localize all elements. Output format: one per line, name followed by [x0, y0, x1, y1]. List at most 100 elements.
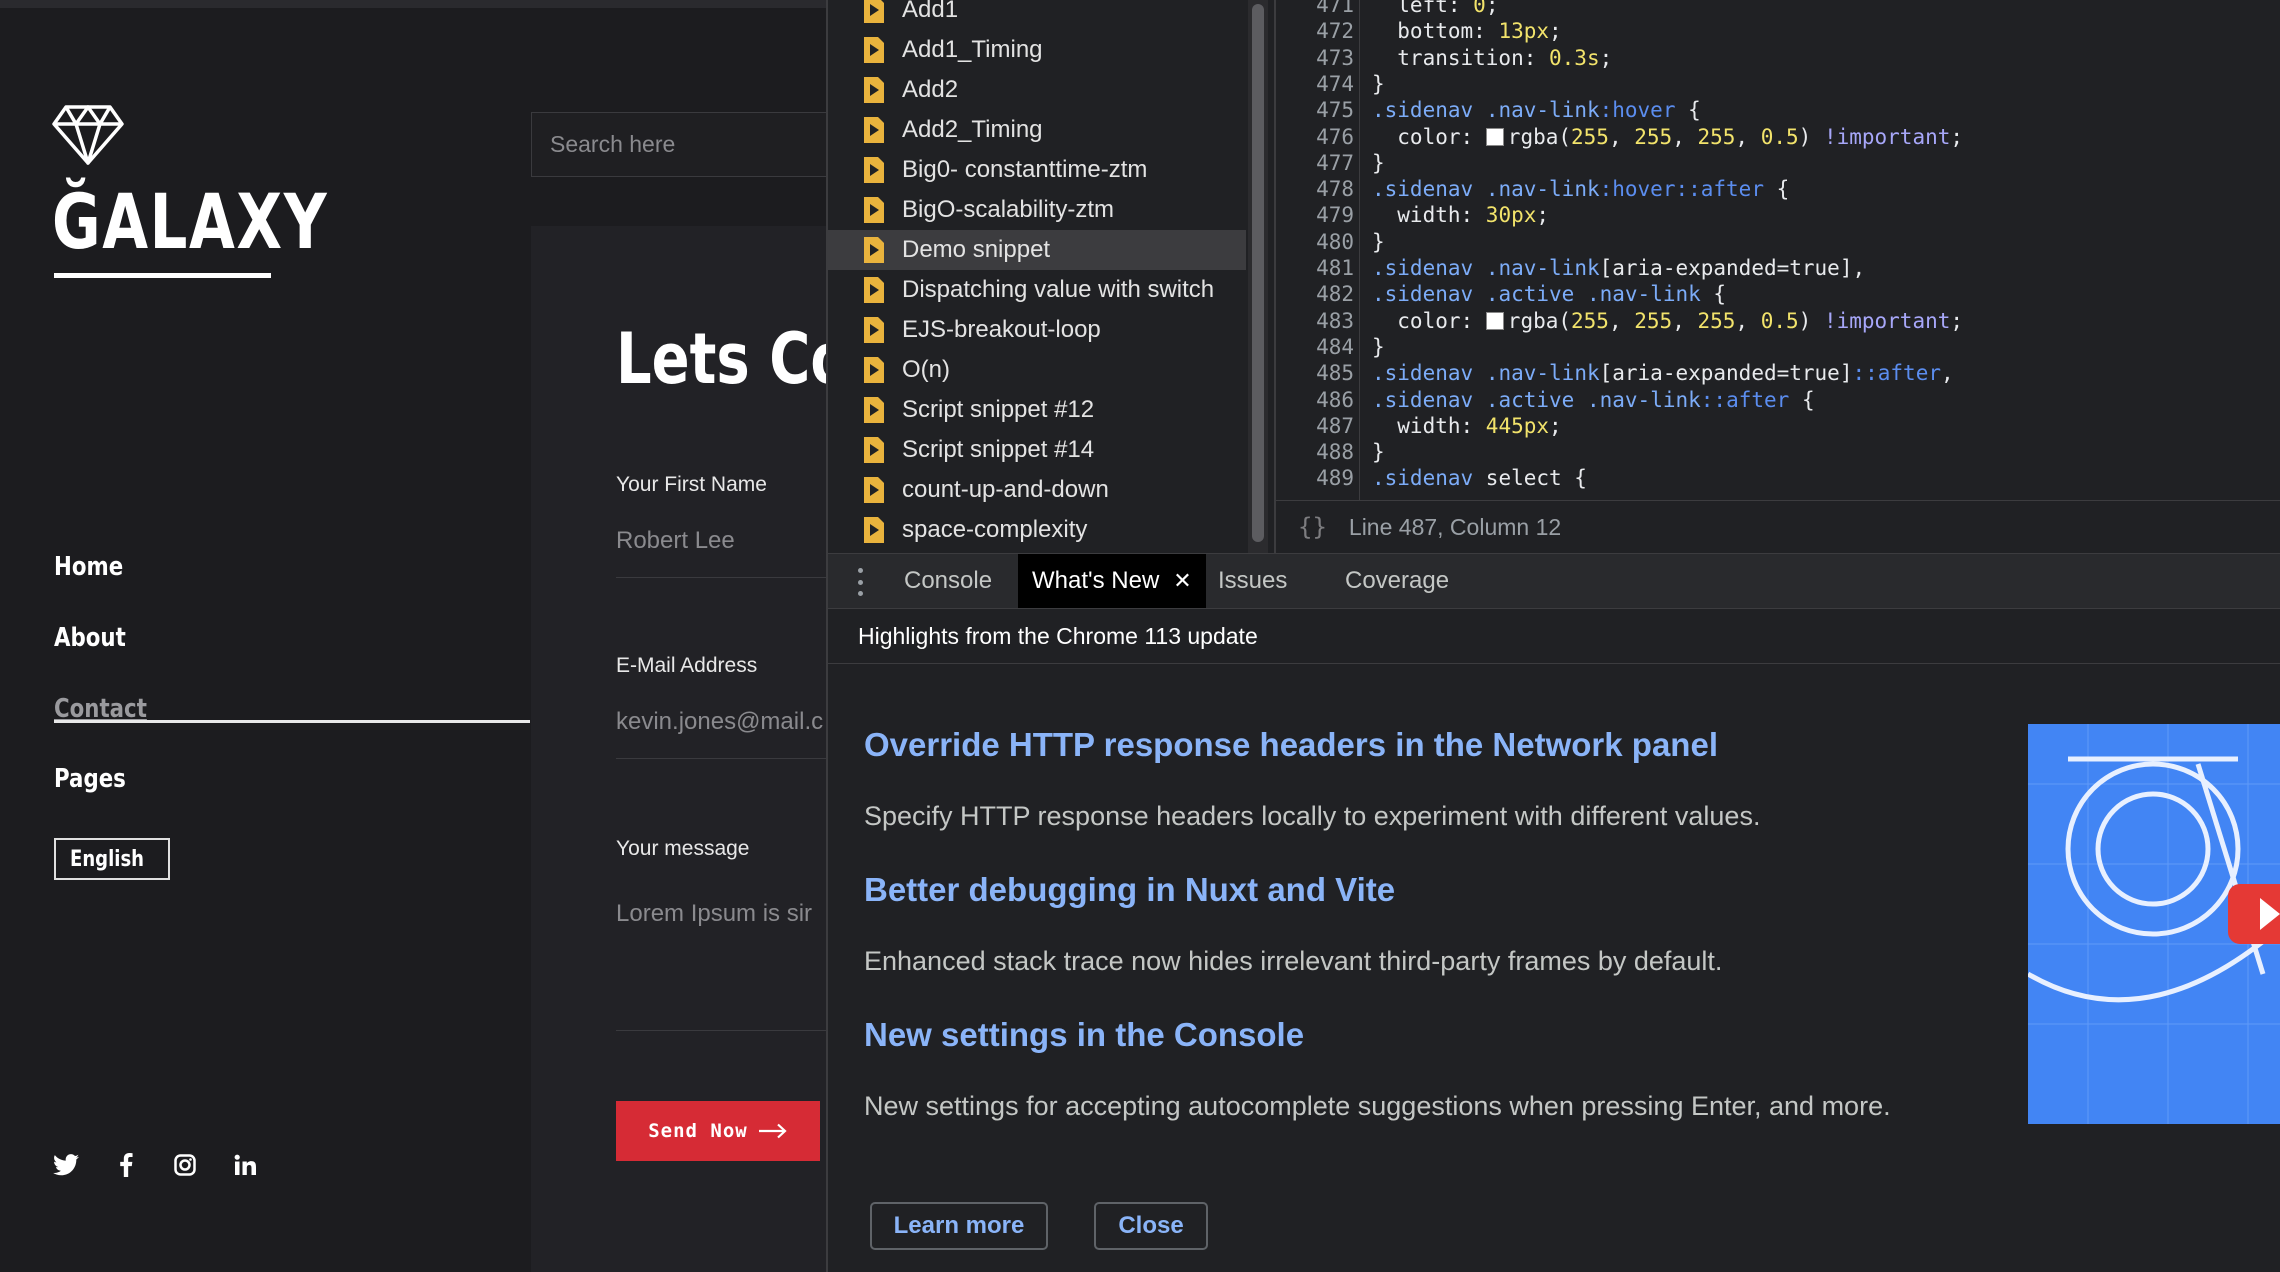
line-number: 474 — [1316, 71, 1354, 96]
code-line[interactable]: left: 0; — [1372, 0, 1498, 17]
line-number: 488 — [1316, 440, 1354, 465]
snippet-file-icon — [864, 477, 884, 503]
message-label: Your message — [616, 837, 750, 860]
first-name-field[interactable]: Robert Lee — [616, 527, 735, 555]
feature-link-override-headers[interactable]: Override HTTP response headers in the Ne… — [864, 726, 1718, 764]
snippet-file-icon — [864, 277, 884, 303]
line-number: 482 — [1316, 282, 1354, 307]
snippet-file-icon — [864, 157, 884, 183]
nav-pages[interactable]: Pages — [54, 764, 126, 794]
snippet-item[interactable]: Add1_Timing — [828, 30, 1246, 70]
line-number: 485 — [1316, 361, 1354, 386]
devtools-panel: Add1 Add1_Timing Add2 Add2_Timing Big0- cons… — [826, 0, 2280, 1272]
tab-console[interactable]: Console — [904, 554, 992, 608]
snippet-file-icon — [864, 77, 884, 103]
close-button[interactable]: Close — [1094, 1202, 1208, 1250]
diamond-logo-icon — [52, 105, 124, 165]
linkedin-icon[interactable] — [230, 1150, 260, 1180]
learn-more-button[interactable]: Learn more — [870, 1202, 1048, 1250]
brand-underline — [54, 273, 271, 278]
tab-whats-new[interactable]: What's New ✕ — [1018, 554, 1206, 608]
learn-more-label: Learn more — [893, 1212, 1025, 1239]
send-now-label: Send Now — [648, 1120, 748, 1142]
code-line[interactable]: bottom: 13px; — [1372, 19, 1561, 43]
feature-link-nuxt-vite[interactable]: Better debugging in Nuxt and Vite — [864, 871, 1395, 909]
drawer-tab-bar: Console What's New ✕ Issues Coverage — [828, 553, 2280, 609]
snippet-label: count-up-and-down — [902, 476, 1109, 503]
snippet-label: Add1_Timing — [902, 36, 1043, 63]
code-line[interactable]: .sidenav .nav-link:hover { — [1372, 98, 1701, 122]
twitter-icon[interactable] — [51, 1150, 81, 1180]
first-name-label: Your First Name — [616, 473, 767, 496]
search-placeholder: Search here — [550, 131, 676, 157]
tab-issues[interactable]: Issues — [1218, 554, 1287, 608]
code-editor[interactable]: 471 left: 0; 472 bottom: 13px; 473 transit… — [1276, 0, 2280, 500]
snippet-item[interactable]: BigO-scalability-ztm — [828, 190, 1246, 230]
snippet-label: EJS-breakout-loop — [902, 316, 1101, 343]
close-tab-icon[interactable]: ✕ — [1173, 568, 1191, 594]
scrollbar-thumb[interactable] — [1252, 4, 1264, 542]
line-number: 472 — [1316, 19, 1354, 44]
nav-active-indicator — [54, 720, 530, 723]
code-line[interactable]: } — [1372, 72, 1385, 96]
snippet-item[interactable]: Big0- constanttime-ztm — [828, 150, 1246, 190]
code-line[interactable]: } — [1372, 230, 1385, 254]
snippet-item[interactable]: Add2_Timing — [828, 110, 1246, 150]
nav-about[interactable]: About — [54, 623, 126, 653]
snippet-item[interactable]: space-complexity — [828, 510, 1246, 550]
first-name-underline — [616, 577, 828, 578]
send-now-button[interactable]: Send Now — [616, 1101, 820, 1161]
search-input[interactable]: Search here — [531, 112, 831, 177]
brand-logo-text[interactable]: ĞALAXY — [52, 184, 328, 260]
line-number: 479 — [1316, 203, 1354, 228]
code-line[interactable]: width: 445px; — [1372, 414, 1561, 438]
code-line[interactable]: .sidenav .nav-link[aria-expanded=true], — [1372, 256, 1865, 280]
snippet-file-icon — [864, 437, 884, 463]
code-line[interactable]: width: 30px; — [1372, 203, 1549, 227]
snippet-item[interactable]: Script snippet #12 — [828, 390, 1246, 430]
code-line[interactable]: } — [1372, 151, 1385, 175]
snippets-scrollbar[interactable] — [1248, 0, 1268, 553]
line-number: 484 — [1316, 334, 1354, 359]
line-number: 478 — [1316, 177, 1354, 202]
pretty-print-icon[interactable]: {} — [1298, 513, 1327, 541]
whats-new-content: Override HTTP response headers in the Ne… — [828, 664, 2280, 1272]
snippet-label: Demo snippet — [902, 236, 1051, 263]
code-line[interactable]: .sidenav .nav-link:hover::after { — [1372, 177, 1789, 201]
snippet-item[interactable]: Dispatching value with switch — [828, 270, 1246, 310]
tab-coverage-label: Coverage — [1345, 567, 1450, 594]
code-line[interactable]: transition: 0.3s; — [1372, 46, 1612, 70]
snippet-item[interactable]: EJS-breakout-loop — [828, 310, 1246, 350]
tab-issues-label: Issues — [1218, 567, 1288, 594]
more-tabs-icon[interactable] — [858, 568, 864, 596]
facebook-icon[interactable] — [111, 1150, 141, 1180]
snippet-item[interactable]: Add1 — [828, 0, 1246, 30]
tab-coverage[interactable]: Coverage — [1345, 554, 1449, 608]
whats-new-video-thumbnail[interactable] — [2028, 724, 2280, 1124]
code-line[interactable]: } — [1372, 335, 1385, 359]
snippet-label: space-complexity — [902, 516, 1088, 543]
snippets-list: Add1 Add1_Timing Add2 Add2_Timing Big0- cons… — [828, 0, 1246, 553]
code-line[interactable]: } — [1372, 440, 1385, 464]
message-field[interactable]: Lorem Ipsum is sir — [616, 900, 812, 928]
nav-home[interactable]: Home — [54, 552, 123, 582]
snippet-item[interactable]: count-up-and-down — [828, 470, 1246, 510]
snippet-item[interactable]: Add2 — [828, 70, 1246, 110]
code-line[interactable]: .sidenav .active .nav-link::after { — [1372, 388, 1815, 412]
snippet-label: O(n) — [902, 356, 950, 383]
code-line[interactable]: .sidenav select { — [1372, 466, 1587, 490]
snippet-item[interactable]: O(n) — [828, 350, 1246, 390]
snippet-item[interactable]: Demo snippet — [828, 230, 1246, 270]
email-field[interactable]: kevin.jones@mail.c — [616, 708, 823, 736]
snippet-item[interactable]: Script snippet #14 — [828, 430, 1246, 470]
code-line[interactable]: color: rgba(255, 255, 255, 0.5) !importa… — [1372, 125, 1963, 149]
line-number: 483 — [1316, 308, 1354, 333]
snippet-file-icon — [864, 197, 884, 223]
instagram-icon[interactable] — [170, 1150, 200, 1180]
code-line[interactable]: .sidenav .active .nav-link { — [1372, 282, 1726, 306]
feature-link-console-settings[interactable]: New settings in the Console — [864, 1016, 1304, 1054]
code-line[interactable]: .sidenav .nav-link[aria-expanded=true]::… — [1372, 361, 1954, 385]
language-select[interactable]: English — [54, 838, 170, 880]
line-number: 473 — [1316, 45, 1354, 70]
code-line[interactable]: color: rgba(255, 255, 255, 0.5) !importa… — [1372, 309, 1963, 333]
